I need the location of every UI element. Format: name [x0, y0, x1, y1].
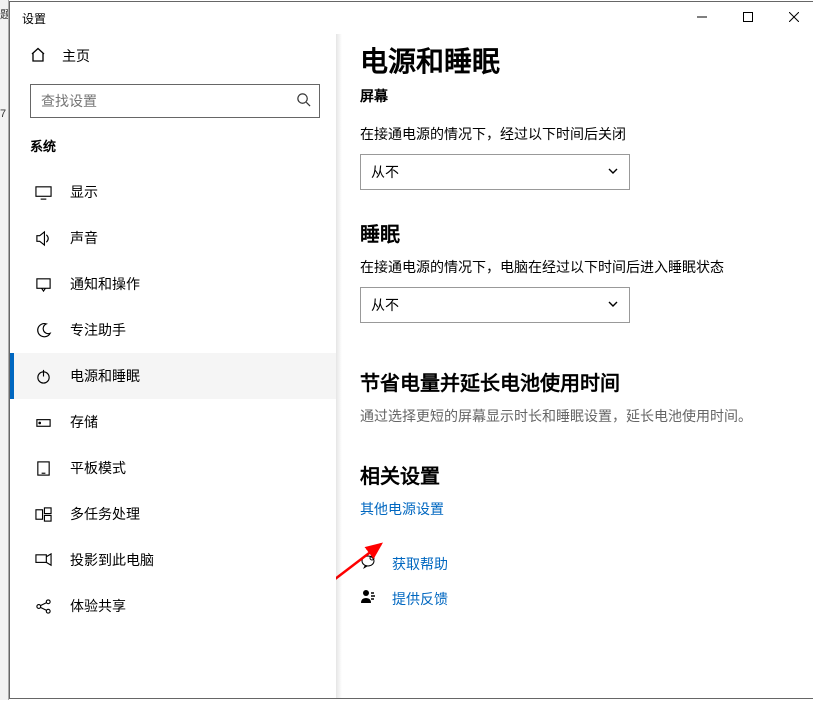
chevron-down-icon — [607, 164, 619, 180]
content-pane: 电源和睡眠 屏幕 在接通电源的情况下，经过以下时间后关闭 从不 睡眠 在接通电源… — [336, 34, 813, 698]
sidebar-item-label: 体验共享 — [70, 596, 126, 616]
moon-icon — [34, 322, 52, 339]
sleep-desc: 在接通电源的情况下，电脑在经过以下时间后进入睡眠状态 — [360, 257, 793, 277]
search-input[interactable] — [39, 92, 296, 110]
sidebar-item-label: 专注助手 — [70, 320, 126, 340]
sidebar-item-project[interactable]: 投影到此电脑 — [10, 537, 336, 583]
search-box[interactable] — [30, 84, 320, 118]
sidebar-item-label: 存储 — [70, 412, 98, 432]
home-icon — [30, 47, 46, 66]
minimize-button[interactable] — [679, 2, 725, 32]
related-heading: 相关设置 — [360, 460, 793, 489]
sleep-timeout-dropdown[interactable]: 从不 — [360, 287, 630, 323]
help-icon — [360, 553, 378, 574]
sidebar-item-tablet[interactable]: 平板模式 — [10, 445, 336, 491]
storage-icon — [34, 414, 52, 431]
home-button[interactable]: 主页 — [10, 38, 336, 74]
close-button[interactable] — [771, 2, 813, 32]
sidebar-item-power[interactable]: 电源和睡眠 — [10, 353, 336, 399]
nav-list: 显示 声音 通知和操作 专注助手 电源和睡眠 — [10, 169, 336, 629]
search-icon — [296, 92, 311, 110]
get-help-link[interactable]: 获取帮助 — [360, 553, 793, 574]
sidebar-item-label: 显示 — [70, 182, 98, 202]
screen-timeout-dropdown[interactable]: 从不 — [360, 154, 630, 190]
sleep-heading: 睡眠 — [360, 218, 793, 247]
screen-desc: 在接通电源的情况下，经过以下时间后关闭 — [360, 124, 793, 144]
window-title: 设置 — [22, 10, 46, 27]
sidebar-item-storage[interactable]: 存储 — [10, 399, 336, 445]
titlebar: 设置 — [10, 2, 813, 34]
sidebar: 主页 系统 显示 声音 通知和操作 — [10, 34, 336, 698]
sidebar-item-label: 平板模式 — [70, 458, 126, 478]
sidebar-item-share[interactable]: 体验共享 — [10, 583, 336, 629]
dropdown-value: 从不 — [371, 295, 399, 315]
screen-heading: 屏幕 — [360, 86, 793, 106]
sidebar-item-sound[interactable]: 声音 — [10, 215, 336, 261]
tablet-icon — [34, 460, 52, 477]
sound-icon — [34, 230, 52, 247]
sidebar-item-label: 通知和操作 — [70, 274, 140, 294]
sidebar-item-notifications[interactable]: 通知和操作 — [10, 261, 336, 307]
chevron-down-icon — [607, 297, 619, 313]
sidebar-section-title: 系统 — [10, 136, 336, 169]
notification-icon — [34, 276, 52, 293]
multitask-icon — [34, 506, 52, 523]
battery-desc: 通过选择更短的屏幕显示时长和睡眠设置，延长电池使用时间。 — [360, 406, 793, 426]
feedback-label: 提供反馈 — [392, 589, 448, 609]
other-power-settings-link[interactable]: 其他电源设置 — [360, 499, 444, 519]
share-icon — [34, 598, 52, 615]
sidebar-item-display[interactable]: 显示 — [10, 169, 336, 215]
sidebar-item-label: 声音 — [70, 228, 98, 248]
external-text: 7 — [0, 108, 8, 120]
feedback-icon — [360, 588, 378, 609]
help-label: 获取帮助 — [392, 554, 448, 574]
sidebar-item-label: 电源和睡眠 — [70, 366, 140, 386]
sidebar-item-label: 多任务处理 — [70, 504, 140, 524]
feedback-link[interactable]: 提供反馈 — [360, 588, 793, 609]
power-icon — [34, 368, 52, 385]
maximize-button[interactable] — [725, 2, 771, 32]
sidebar-item-focus[interactable]: 专注助手 — [10, 307, 336, 353]
home-label: 主页 — [62, 46, 90, 66]
project-icon — [34, 552, 52, 569]
external-text: 题 — [0, 6, 8, 22]
sidebar-item-multitask[interactable]: 多任务处理 — [10, 491, 336, 537]
display-icon — [34, 184, 52, 201]
page-title: 电源和睡眠 — [360, 40, 793, 80]
battery-heading: 节省电量并延长电池使用时间 — [360, 367, 793, 396]
sidebar-item-label: 投影到此电脑 — [70, 550, 154, 570]
dropdown-value: 从不 — [371, 162, 399, 182]
